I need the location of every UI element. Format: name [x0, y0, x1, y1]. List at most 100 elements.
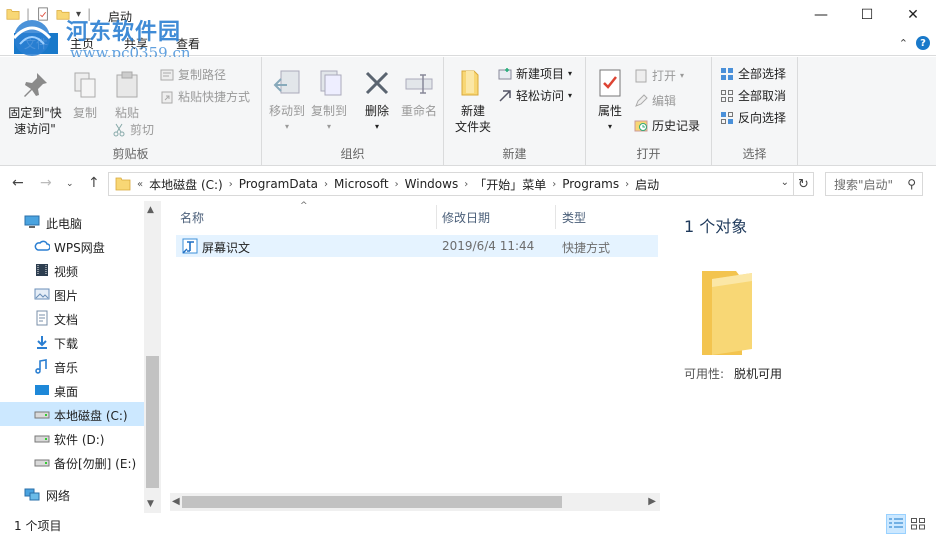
sidebar-item[interactable]: 备份[勿删] (E:) — [0, 450, 144, 474]
breadcrumb-item[interactable]: 本地磁盘 (C:) — [145, 176, 227, 193]
refresh-icon[interactable]: ↻ — [794, 172, 814, 196]
column-header-name[interactable]: 名称 — [180, 209, 204, 226]
nav-scroll-thumb[interactable] — [146, 356, 159, 488]
sidebar-item[interactable]: 音乐 — [0, 354, 144, 378]
sidebar-item[interactable]: 此电脑 — [0, 210, 144, 234]
column-divider[interactable] — [555, 205, 556, 229]
history-button[interactable]: 历史记录 — [634, 117, 700, 134]
easy-access-button[interactable]: 轻松访问 ▾ — [498, 87, 572, 104]
breadcrumb-item[interactable]: Microsoft — [330, 177, 393, 191]
breadcrumb-chevron-icon[interactable]: › — [322, 179, 330, 190]
desktop-icon — [35, 385, 49, 395]
nav-scrollbar[interactable]: ▲ ▼ — [144, 201, 161, 513]
back-arrow-icon[interactable]: ← — [12, 175, 24, 191]
copy-icon — [74, 72, 96, 98]
paste-label: 粘贴 — [114, 106, 139, 120]
properties-icon — [599, 69, 621, 97]
up-arrow-icon[interactable]: ↑ — [88, 175, 100, 191]
copy-button[interactable]: 复制 — [66, 69, 104, 121]
rename-button[interactable]: 重命名 — [398, 67, 440, 119]
select-all-button[interactable]: 全部选择 — [720, 65, 786, 82]
scroll-down-icon[interactable]: ▼ — [147, 499, 154, 509]
sidebar-item[interactable]: 本地磁盘 (C:) — [0, 402, 144, 426]
file-list-h-scrollbar[interactable]: ◀ ▶ — [170, 493, 660, 511]
help-icon[interactable]: ? — [916, 36, 930, 50]
file-list-scroll-thumb[interactable] — [182, 496, 562, 508]
address-dropdown-icon[interactable]: ⌄ — [781, 177, 789, 188]
select-none-label: 全部取消 — [738, 89, 787, 103]
paste-button[interactable]: 粘贴 — [106, 69, 148, 121]
column-header-date[interactable]: 修改日期 — [442, 209, 490, 226]
sidebar-item[interactable]: WPS网盘 — [0, 234, 144, 258]
sidebar-item[interactable]: 软件 (D:) — [0, 426, 144, 450]
breadcrumb-chevron-icon[interactable]: › — [227, 179, 235, 190]
breadcrumb-chevron-icon[interactable]: › — [393, 179, 401, 190]
properties-button[interactable]: 属性 ▾ — [592, 67, 628, 135]
search-input[interactable]: 搜索"启动" ⚲ — [825, 172, 923, 196]
copy-to-icon — [320, 70, 342, 96]
history-icon — [634, 120, 648, 131]
new-item-button[interactable]: 新建项目 ▾ — [498, 65, 572, 82]
move-to-button[interactable]: 移动到 ▾ — [266, 67, 308, 135]
breadcrumb-chevron-icon[interactable]: › — [462, 179, 470, 190]
column-divider[interactable] — [436, 205, 437, 229]
forward-arrow-icon[interactable]: → — [40, 175, 52, 191]
edit-button[interactable]: 编辑 — [634, 92, 676, 109]
select-none-button[interactable]: 全部取消 — [720, 87, 786, 104]
details-pane: 1 个对象 可用性: 脱机可用 — [668, 201, 936, 513]
breadcrumb-item[interactable]: 「开始」菜单 — [470, 176, 550, 193]
copy-path-button[interactable]: 复制路径 — [160, 66, 226, 83]
sidebar-item-label: WPS网盘 — [54, 241, 105, 255]
picture-icon — [34, 288, 50, 300]
delete-button[interactable]: 删除 ▾ — [360, 67, 394, 135]
column-header-type[interactable]: 类型 — [562, 209, 586, 226]
file-date: 2019/6/4 11:44 — [442, 239, 535, 253]
download-icon — [37, 336, 47, 349]
details-view-icon[interactable] — [886, 514, 906, 534]
table-row[interactable]: 屏幕识文 2019/6/4 11:44 快捷方式 — [176, 235, 658, 257]
copy-to-button[interactable]: 复制到 ▾ — [308, 67, 350, 135]
breadcrumb-chevron-icon[interactable]: › — [550, 179, 558, 190]
scroll-up-icon[interactable]: ▲ — [147, 205, 154, 215]
availability-label: 可用性: — [684, 367, 725, 381]
app-shortcut-icon — [182, 238, 198, 254]
folder-preview-icon — [702, 271, 752, 355]
new-folder-button[interactable]: 新建 文件夹 — [450, 67, 496, 135]
breadcrumb-item[interactable]: Programs — [558, 177, 623, 191]
breadcrumb-item[interactable]: 启动 — [631, 176, 663, 193]
breadcrumb-chevron-icon[interactable]: › — [623, 179, 631, 190]
folder-icon — [115, 177, 131, 191]
navigation-pane: 此电脑 WPS网盘视频 图片 文档 下载 音乐 桌面 本地磁盘 (C:) 软件 (D:) 备份[勿… — [0, 201, 161, 513]
new-item-dropdown-icon: ▾ — [568, 69, 573, 78]
invert-selection-button[interactable]: 反向选择 — [720, 109, 786, 126]
large-icons-view-icon[interactable] — [908, 514, 928, 534]
recent-locations-chevron-icon[interactable]: ⌄ — [66, 179, 74, 189]
close-button[interactable]: ✕ — [890, 0, 936, 30]
paste-shortcut-button[interactable]: 粘贴快捷方式 — [160, 88, 250, 105]
sidebar-item[interactable]: 下载 — [0, 330, 144, 354]
sidebar-item[interactable]: 网络 — [0, 482, 144, 506]
sidebar-item[interactable]: 桌面 — [0, 378, 144, 402]
breadcrumb-item[interactable]: ProgramData — [235, 177, 322, 191]
scroll-right-icon[interactable]: ▶ — [648, 496, 656, 507]
sidebar-item[interactable]: 文档 — [0, 306, 144, 330]
search-placeholder: 搜索"启动" — [834, 177, 894, 192]
pin-quick-access-button[interactable]: 固定到"快 速访问" — [6, 69, 64, 137]
minimize-button[interactable]: — — [798, 0, 844, 30]
sidebar-item[interactable]: 图片 — [0, 282, 144, 306]
new-folder-label-1: 新建 — [460, 104, 485, 118]
open-button[interactable]: 打开 ▾ — [634, 67, 684, 84]
breadcrumb-item[interactable]: Windows — [401, 177, 463, 191]
paste-shortcut-label: 粘贴快捷方式 — [178, 90, 251, 104]
easy-access-dropdown-icon: ▾ — [568, 91, 573, 100]
sidebar-item[interactable]: 视频 — [0, 258, 144, 282]
cut-button[interactable]: 剪切 — [112, 121, 154, 138]
scroll-left-icon[interactable]: ◀ — [172, 496, 180, 507]
breadcrumb: «本地磁盘 (C:) › ProgramData › Microsoft › Windows… — [109, 176, 663, 193]
maximize-button[interactable]: ☐ — [844, 0, 890, 30]
ribbon-collapse-icon[interactable]: ⌃ — [899, 37, 908, 50]
watermark-logo-icon — [12, 20, 52, 56]
address-bar[interactable]: «本地磁盘 (C:) › ProgramData › Microsoft › Windows… — [108, 172, 794, 196]
drive-icon — [34, 411, 50, 419]
breadcrumb-overflow-icon[interactable]: « — [135, 179, 145, 190]
